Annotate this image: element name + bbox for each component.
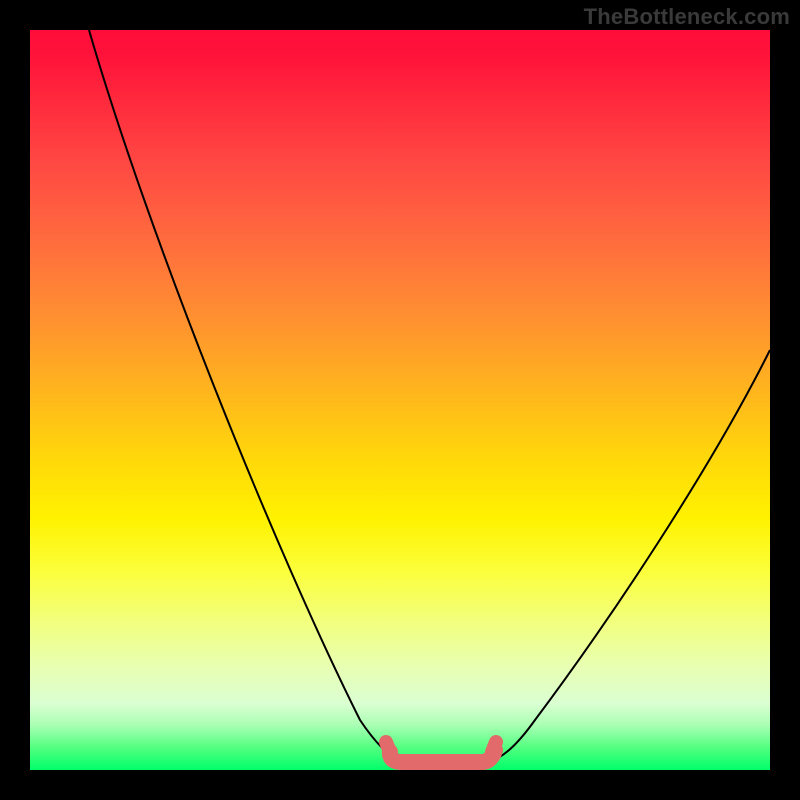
chart-frame: TheBottleneck.com — [0, 0, 800, 800]
plot-area — [30, 30, 770, 770]
optimal-range-marker — [390, 750, 495, 762]
bottleneck-curve-right — [488, 350, 770, 761]
curve-layer — [30, 30, 770, 770]
optimal-range-marker-right-cap — [492, 742, 496, 752]
watermark-text: TheBottleneck.com — [584, 4, 790, 30]
optimal-range-marker-left-cap — [386, 742, 390, 752]
bottleneck-curve-left — [89, 30, 402, 761]
